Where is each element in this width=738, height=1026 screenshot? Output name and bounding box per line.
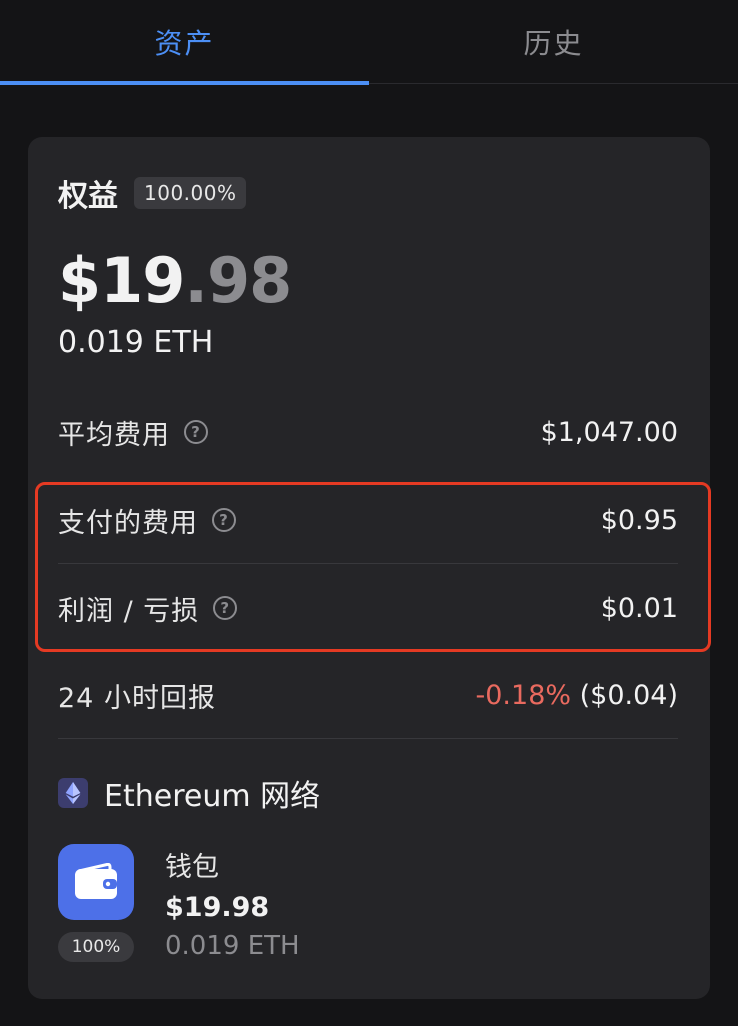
- pnl-label: 利润 / 亏损: [58, 595, 200, 627]
- wallet-usd-value: $19.98: [165, 892, 270, 923]
- average-cost-row: 平均费用 ? $1,047.00: [58, 388, 678, 476]
- equity-percent-badge: 100.00%: [134, 177, 247, 209]
- divider: [58, 738, 678, 739]
- fees-paid-row: 支付的费用 ? $0.95: [58, 476, 678, 564]
- return-24h-amount: ($0.04): [579, 679, 678, 711]
- total-balance: $19.98: [58, 243, 292, 319]
- ethereum-icon: [58, 778, 88, 808]
- wallet-percent-badge: 100%: [58, 932, 134, 962]
- network-label: Ethereum 网络: [104, 779, 321, 814]
- fees-paid-label: 支付的费用: [58, 507, 198, 539]
- tab-assets[interactable]: 资产: [0, 0, 369, 85]
- fees-paid-value: $0.95: [600, 504, 678, 536]
- network-header: Ethereum 网络: [58, 771, 320, 815]
- balance-eth: 0.019 ETH: [58, 325, 214, 360]
- wallet-eth-value: 0.019 ETH: [165, 931, 300, 961]
- equity-card: 权益 100.00% $19.98 0.019 ETH 平均费用 ? $1,04…: [28, 137, 711, 999]
- help-icon[interactable]: ?: [213, 596, 238, 620]
- pnl-value: $0.01: [600, 592, 678, 624]
- tab-history[interactable]: 历史: [369, 0, 738, 84]
- wallet-icon[interactable]: [58, 844, 134, 920]
- average-cost-value: $1,047.00: [540, 416, 678, 448]
- balance-integer: $19: [58, 244, 185, 317]
- help-icon[interactable]: ?: [184, 420, 208, 444]
- balance-decimal: .98: [184, 244, 292, 317]
- wallet-name[interactable]: 钱包: [165, 845, 219, 884]
- average-cost-label: 平均费用: [58, 419, 170, 451]
- return-24h-label: 24 小时回报: [58, 682, 216, 714]
- help-icon[interactable]: ?: [212, 508, 236, 532]
- pnl-row: 利润 / 亏损 ? $0.01: [58, 564, 678, 652]
- tab-bar: 资产 历史: [0, 0, 738, 85]
- equity-header: 权益 100.00%: [58, 171, 247, 215]
- return-24h-value: -0.18% ($0.04): [476, 680, 678, 711]
- return-24h-percent: -0.18%: [475, 679, 572, 711]
- equity-label: 权益: [58, 179, 118, 214]
- return-24h-row: 24 小时回报 -0.18% ($0.04): [58, 651, 678, 739]
